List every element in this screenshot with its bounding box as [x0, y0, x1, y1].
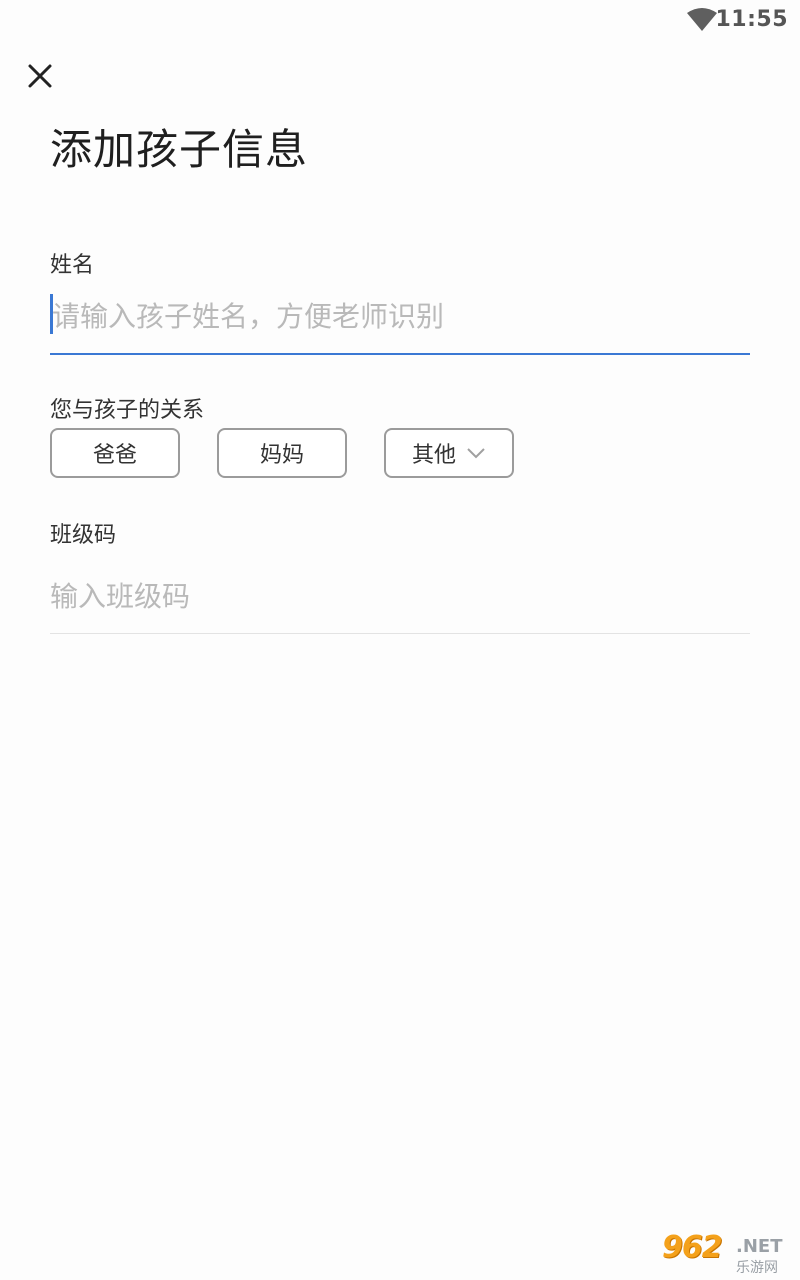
- status-bar: 11:55: [0, 0, 800, 44]
- watermark-cn: 乐游网: [736, 1260, 778, 1276]
- name-input-underline: [50, 353, 750, 355]
- relation-option-label: 其他: [411, 443, 456, 468]
- relation-option-label: 爸爸: [92, 443, 137, 468]
- name-label: 姓名: [50, 253, 95, 278]
- relation-option-label: 妈妈: [259, 443, 304, 468]
- text-cursor: [50, 294, 53, 334]
- watermark-logo: 962 .NET 乐游网: [662, 1230, 792, 1276]
- relation-option-mom[interactable]: 妈妈: [217, 428, 347, 478]
- page-title: 添加孩子信息: [50, 125, 309, 174]
- relation-label: 您与孩子的关系: [50, 398, 205, 423]
- chevron-down-icon: [467, 448, 485, 459]
- status-time: 11:55: [715, 7, 788, 32]
- relation-option-dad[interactable]: 爸爸: [50, 428, 180, 478]
- relation-option-other-dropdown[interactable]: 其他: [384, 428, 514, 478]
- name-input[interactable]: [50, 294, 752, 338]
- close-icon[interactable]: [22, 58, 58, 94]
- wifi-icon: [687, 8, 717, 31]
- watermark-number: 962: [662, 1230, 723, 1265]
- watermark-net: .NET: [736, 1236, 783, 1257]
- class-code-input[interactable]: [50, 574, 750, 618]
- class-code-underline: [50, 633, 750, 634]
- class-code-label: 班级码: [50, 523, 117, 548]
